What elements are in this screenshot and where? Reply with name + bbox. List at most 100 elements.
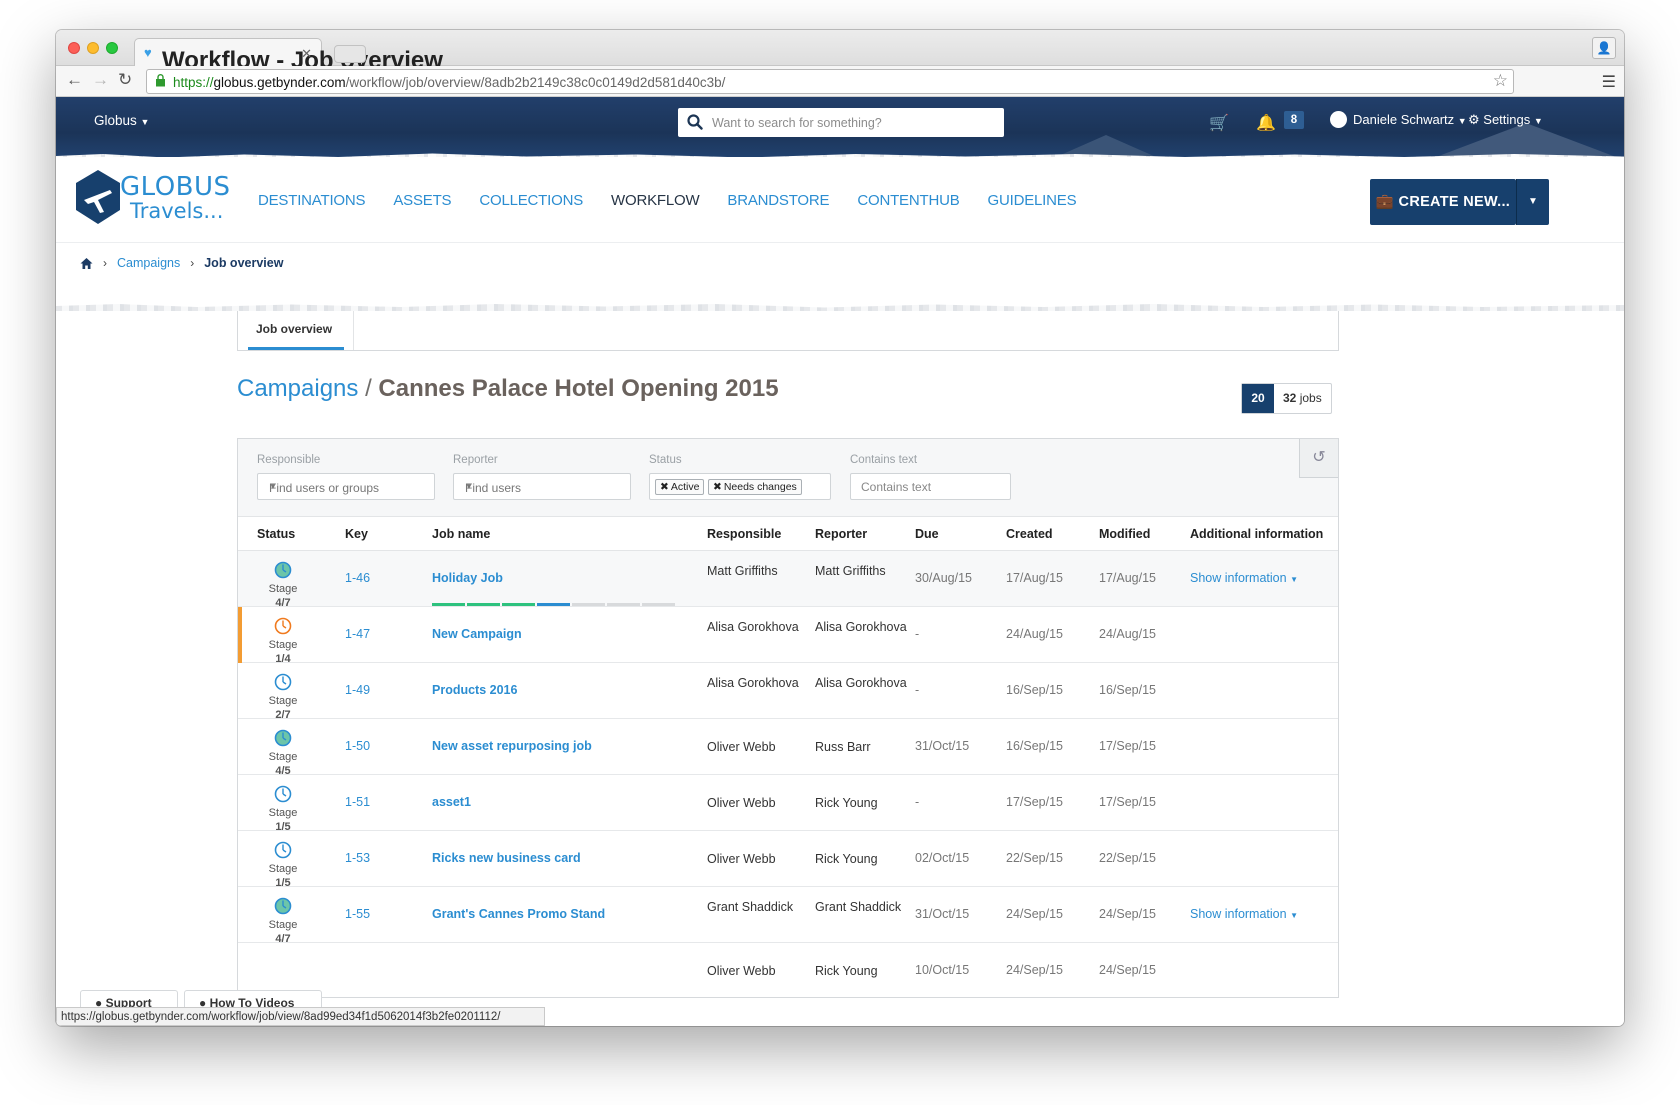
job-name-link[interactable]: Products 2016 (432, 683, 517, 697)
create-new-dropdown-button[interactable]: ▼ (1516, 179, 1549, 225)
col-responsible[interactable]: Responsible (707, 527, 781, 541)
table-row[interactable]: Stage 4/7 1-46 Holiday Job Matt Griffiths Ma… (238, 551, 1338, 609)
nav-destinations[interactable]: DESTINATIONS (258, 192, 366, 209)
close-tab-icon[interactable]: ✕ (301, 46, 312, 62)
progress-segment (432, 603, 465, 606)
new-tab-button[interactable] (334, 45, 366, 63)
logo-text: GLOBUS (120, 172, 231, 202)
show-information-link[interactable]: Show information ▼ (1190, 571, 1298, 585)
job-reporter: Rick Young (815, 964, 878, 978)
job-created: 17/Sep/15 (1006, 795, 1063, 809)
col-job-name[interactable]: Job name (432, 527, 490, 541)
job-name-link[interactable]: New Campaign (432, 627, 522, 641)
status-filter[interactable]: ✖ Active ✖ Needs changes (649, 473, 831, 500)
reload-icon[interactable]: ↻ (118, 70, 132, 90)
job-reporter: Grant Shaddick (815, 900, 902, 914)
search-icon[interactable] (686, 113, 704, 131)
job-name-link[interactable]: Holiday Job (432, 571, 503, 585)
job-key[interactable]: 1-46 (345, 571, 370, 585)
job-name-link[interactable]: asset1 (432, 795, 471, 809)
table-row[interactable]: Stage 2/7 1-49 Products 2016 Alisa Gorokhov… (238, 663, 1338, 721)
nav-guidelines[interactable]: GUIDELINES (988, 192, 1077, 209)
remove-tag-icon[interactable]: ✖ (713, 481, 722, 493)
forward-arrow-icon[interactable]: → (92, 70, 109, 90)
col-due[interactable]: Due (915, 527, 939, 541)
job-name-link[interactable]: New asset repurposing job (432, 739, 592, 753)
job-modified: 17/Sep/15 (1099, 739, 1156, 753)
job-created: 22/Sep/15 (1006, 851, 1063, 865)
col-reporter[interactable]: Reporter (815, 527, 867, 541)
job-progress-bar (432, 603, 675, 606)
col-key[interactable]: Key (345, 527, 368, 541)
stage-indicator: Stage 1/5 (260, 785, 306, 833)
col-created[interactable]: Created (1006, 527, 1053, 541)
browser-menu-icon[interactable]: ☰ (1602, 72, 1616, 92)
breadcrumb-separator-icon: › (103, 256, 107, 270)
job-key[interactable]: 1-51 (345, 795, 370, 809)
table-row[interactable]: Stage 1/5 1-51 asset1 Oliver Webb Rick Young… (238, 775, 1338, 833)
table-row[interactable]: Stage 4/5 1-50 New asset repurposing job Ol… (238, 719, 1338, 777)
status-tag-active[interactable]: ✖ Active (655, 479, 705, 495)
nav-workflow[interactable]: WORKFLOW (611, 192, 700, 209)
job-name-link[interactable]: Ricks new business card (432, 851, 581, 865)
job-reporter: Matt Griffiths (815, 564, 886, 578)
brand-menu[interactable]: Globus ▼ (94, 113, 149, 128)
contains-text-input[interactable] (850, 473, 1011, 500)
table-row[interactable]: Stage 1/4 1-47 New Campaign Alisa Gorokhova… (238, 607, 1338, 665)
col-modified[interactable]: Modified (1099, 527, 1150, 541)
create-new-button[interactable]: 💼 CREATE NEW... (1370, 179, 1516, 225)
table-row[interactable]: Stage 4/7 1-55 Grant's Cannes Promo Stand G… (238, 887, 1338, 945)
job-due: 10/Oct/15 (915, 963, 970, 977)
reset-filters-button[interactable]: ↺ (1299, 439, 1338, 478)
maximize-window-button[interactable] (106, 42, 118, 54)
job-key[interactable]: 1-53 (345, 851, 370, 865)
filter-status-label: Status (649, 454, 682, 466)
bookmark-star-icon[interactable]: ☆ (1493, 71, 1508, 91)
close-window-button[interactable] (68, 42, 80, 54)
browser-toolbar: ← → ↻ https://globus.getbynder.com/workf… (56, 66, 1624, 97)
address-bar[interactable]: https://globus.getbynder.com/workflow/jo… (146, 69, 1514, 94)
address-url: https://globus.getbynder.com/workflow/jo… (173, 75, 726, 90)
user-name: Daniele Schwartz (1353, 112, 1455, 127)
nav-assets[interactable]: ASSETS (393, 192, 451, 209)
table-row[interactable]: Stage 1/5 1-53 Ricks new business card Oliv… (238, 831, 1338, 889)
remove-tag-icon[interactable]: ✖ (660, 481, 669, 493)
status-tag-needs-changes[interactable]: ✖ Needs changes (708, 479, 802, 495)
nav-brandstore[interactable]: BRANDSTORE (727, 192, 829, 209)
nav-contenthub[interactable]: CONTENTHUB (857, 192, 959, 209)
progress-segment (607, 603, 640, 606)
job-name-link[interactable]: Grant's Cannes Promo Stand (432, 907, 605, 921)
show-information-link[interactable]: Show information ▼ (1190, 907, 1298, 921)
cart-icon[interactable]: 🛒 (1209, 113, 1229, 133)
job-key[interactable]: 1-47 (345, 627, 370, 641)
home-icon[interactable] (80, 257, 93, 270)
title-campaigns-link[interactable]: Campaigns (237, 375, 358, 402)
nav-collections[interactable]: COLLECTIONS (479, 192, 583, 209)
user-menu[interactable]: Daniele Schwartz ▼ (1330, 111, 1467, 128)
profile-icon[interactable]: 👤 (1592, 37, 1616, 59)
reporter-filter[interactable]: Find users ▼ (453, 473, 631, 500)
campaign-name: Cannes Palace Hotel Opening 2015 (378, 375, 779, 402)
search-input[interactable] (712, 112, 992, 133)
filter-text-label: Contains text (850, 454, 918, 466)
tab-job-overview[interactable]: Job overview (248, 311, 354, 350)
job-key[interactable]: 1-55 (345, 907, 370, 921)
settings-menu[interactable]: ⚙ Settings ▼ (1468, 112, 1543, 128)
breadcrumb-campaigns[interactable]: Campaigns (117, 256, 180, 270)
back-arrow-icon[interactable]: ← (66, 70, 83, 90)
settings-label: Settings (1483, 112, 1531, 127)
job-key[interactable]: 1-50 (345, 739, 370, 753)
page-title: Campaigns / Cannes Palace Hotel Opening … (237, 375, 779, 403)
col-status[interactable]: Status (257, 527, 295, 541)
browser-tab[interactable]: ♥ Workflow - Job overview ✕ (134, 38, 443, 74)
bell-icon[interactable]: 🔔 (1256, 113, 1276, 133)
job-key[interactable]: 1-49 (345, 683, 370, 697)
breadcrumb: › Campaigns › Job overview (80, 256, 283, 270)
responsible-filter[interactable]: Find users or groups ▼ (257, 473, 435, 500)
globus-logo[interactable]: GLOBUS Travels... (74, 170, 230, 228)
job-reporter: Rick Young (815, 852, 878, 866)
minimize-window-button[interactable] (87, 42, 99, 54)
subtabs: Job overview (237, 311, 1339, 351)
table-row[interactable]: Oliver Webb Rick Young 10/Oct/15 24/Sep/15 2… (238, 943, 1338, 997)
stage-indicator: Stage 1/4 (260, 617, 306, 665)
